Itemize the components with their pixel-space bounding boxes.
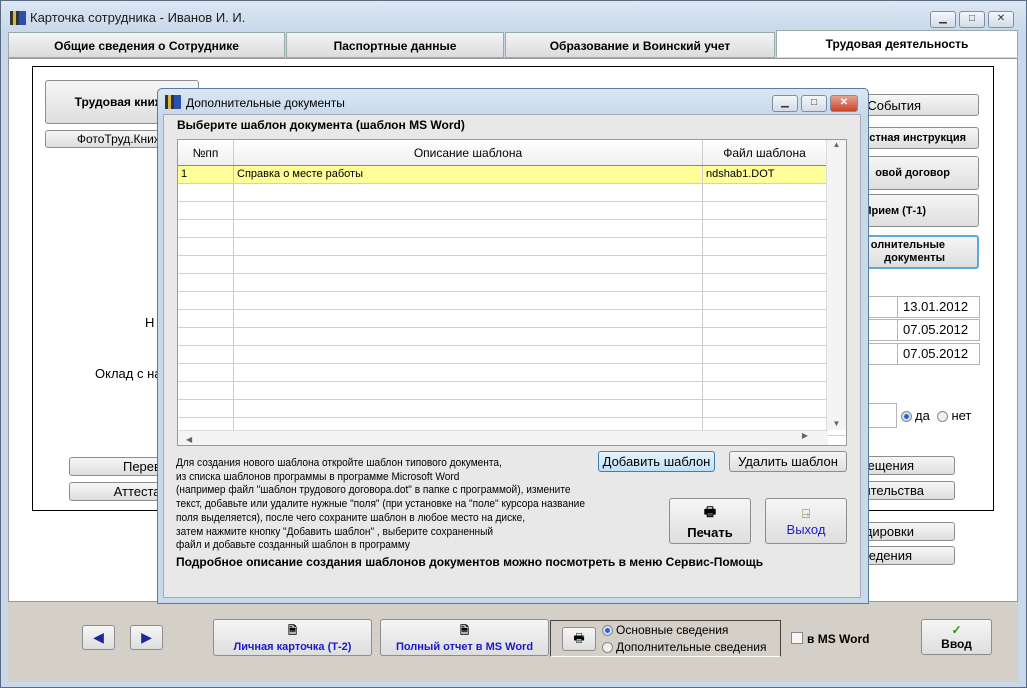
help-line: (например файл "шаблон трудового договор… [176,484,571,497]
personal-card-label: Личная карточка (Т-2) [233,641,352,653]
table-row[interactable] [178,364,846,382]
date-field-1[interactable]: 13.01.2012 [897,296,980,318]
tab-work[interactable]: Трудовая деятельность [776,30,1018,57]
ms-word-checkbox[interactable] [791,632,803,644]
ms-word-label: в MS Word [807,632,870,646]
horizontal-scrollbar[interactable]: ◀ ▶ [178,430,828,445]
delete-template-button[interactable]: Удалить шаблон [729,451,847,472]
close-button[interactable]: ✕ [988,11,1014,28]
table-row[interactable]: 1 Справка о месте работы ndshab1.DOT [178,166,846,184]
salary-label: Оклад с на [95,366,162,381]
dialog-minimize-button[interactable]: ▁ [772,95,798,112]
date-field-3[interactable]: 07.05.2012 [897,343,980,365]
personal-card-button[interactable]: 🗎 Личная карточка (Т-2) [213,619,372,656]
extra-docs-button[interactable]: олнительные документы [850,235,979,269]
table-row[interactable] [178,238,846,256]
help-line: текст, добавьте или удалите нужные "поля… [176,498,585,511]
full-report-button[interactable]: 🗎 Полный отчет в MS Word [380,619,549,656]
attestation-button[interactable]: Аттестац [69,482,169,501]
main-info-label: Основные сведения [616,623,729,637]
next-record-button[interactable]: ▶ [130,625,163,650]
tab-general[interactable]: Общие сведения о Сотруднике [8,32,285,58]
vertical-scrollbar[interactable]: ▲ ▼ [826,140,846,430]
col-description[interactable]: Описание шаблона [234,140,703,165]
printer-icon: 🖶 [703,503,717,519]
table-row[interactable] [178,382,846,400]
table-row[interactable] [178,184,846,202]
printer-icon: 🖶 [573,630,585,645]
minimize-button[interactable]: ▁ [930,11,956,28]
table-row[interactable] [178,202,846,220]
table-row[interactable] [178,274,846,292]
date-field-2[interactable]: 07.05.2012 [897,319,980,341]
print-label: Печать [687,524,733,540]
events-button[interactable]: События [850,94,979,116]
radio-yes[interactable] [901,411,912,423]
tab-passport[interactable]: Паспортные данные [286,32,504,58]
table-row[interactable] [178,400,846,418]
exit-door-icon: ⍈ [802,505,810,521]
exit-label: Выход [786,521,826,537]
enter-label: Ввод [941,637,972,651]
dialog-app-icon [165,95,181,109]
help-line: файл и добавьте созданный шаблон в прогр… [176,539,410,552]
word-doc-icon: 🗎 [288,625,297,637]
exit-button[interactable]: ⍈ Выход [765,498,847,544]
job-instruction-button[interactable]: стная инструкция [850,127,979,149]
add-template-button[interactable]: Добавить шаблон [598,451,715,472]
cell-description: Справка о месте работы [234,166,703,183]
dialog-prompt: Выберите шаблон документа (шаблон MS Wor… [177,118,465,132]
transfer-button[interactable]: Перево [69,457,169,476]
col-file[interactable]: Файл шаблона [703,140,827,165]
table-row[interactable] [178,328,846,346]
radio-no-label: нет [951,408,972,423]
labor-contract-button[interactable]: овой договор [850,156,979,190]
col-num[interactable]: №пп [178,140,234,165]
checkmark-icon: ✓ [951,623,962,637]
print-button[interactable]: 🖶 Печать [669,498,751,544]
dialog-close-button[interactable]: ✕ [830,95,858,112]
help-line: из списка шаблонов программы в программе… [176,470,460,483]
extra-info-label: Дополнительные сведения [616,640,767,654]
radio-yes-label: да [915,408,930,423]
prev-record-button[interactable]: ◀ [82,625,115,650]
dialog-title: Дополнительные документы [186,96,345,110]
help-line: затем нажмите кнопку "Добавить шаблон" ,… [176,525,494,538]
help-text: Для создания нового шаблона откройте шаб… [176,457,585,553]
radio-no[interactable] [937,411,949,423]
maximize-button[interactable]: □ [959,11,985,28]
dialog-maximize-button[interactable]: □ [801,95,827,112]
hire-t1-button[interactable]: Прием (Т-1) [850,194,979,227]
extra-docs-label-1: олнительные [870,239,945,251]
app-icon [10,11,26,25]
extra-docs-label-2: документы [884,252,945,264]
table-row[interactable] [178,220,846,238]
table-row[interactable] [178,292,846,310]
radio-extra-info[interactable] [602,642,613,654]
radio-main-info[interactable] [602,625,613,637]
cell-file: ndshab1.DOT [703,166,827,183]
window-title: Карточка сотрудника - Иванов И. И. [30,10,246,25]
templates-table: №пп Описание шаблона Файл шаблона 1 Спра… [177,139,847,446]
full-report-label: Полный отчет в MS Word [395,641,534,653]
enter-button[interactable]: ✓ Ввод [921,619,992,655]
tab-education[interactable]: Образование и Воинский учет [505,32,775,58]
help-bold-text: Подробное описание создания шаблонов док… [176,555,764,569]
field-label: Н [145,315,155,330]
help-line: Для создания нового шаблона откройте шаб… [176,457,502,469]
arrow-right-icon: ▶ [141,629,152,645]
word-doc-icon: 🗎 [460,625,469,637]
print-options-button[interactable]: 🖶 [562,627,596,651]
help-line: поля выделяется), после чего сохраните ш… [176,511,526,524]
arrow-left-icon: ◀ [93,629,104,645]
table-row[interactable] [178,346,846,364]
table-header: №пп Описание шаблона Файл шаблона [178,140,846,166]
table-row[interactable] [178,310,846,328]
table-row[interactable] [178,256,846,274]
cell-num: 1 [178,166,234,183]
